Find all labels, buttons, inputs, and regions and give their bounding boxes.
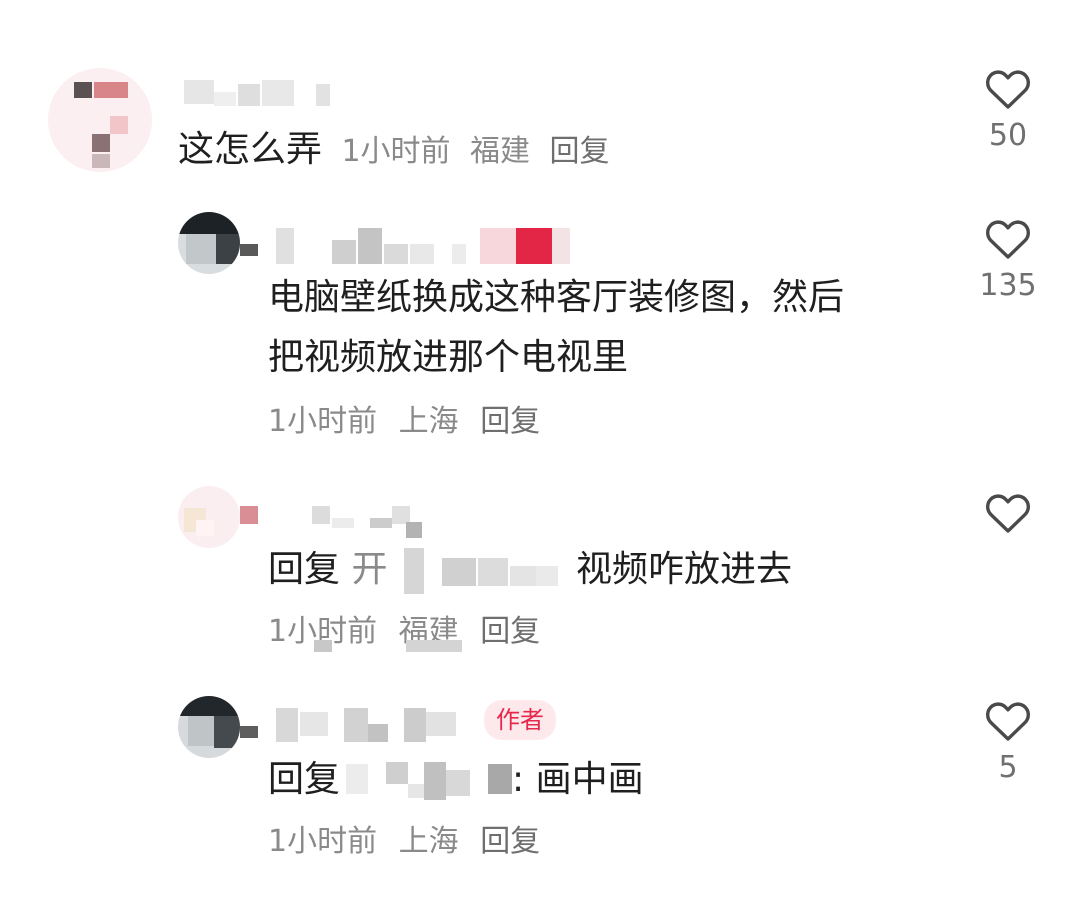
like-button[interactable]: 135 — [976, 216, 1040, 306]
comment-location: 上海 — [398, 404, 459, 439]
reply-prefix: 回复 — [268, 759, 341, 800]
comment-text: 视频咋放进去 — [576, 549, 793, 590]
comment-time: 1小时前 — [268, 404, 378, 439]
like-button[interactable] — [976, 490, 1040, 534]
comment-time: 1小时前 — [341, 134, 451, 169]
reply-button[interactable]: 回复 — [480, 824, 540, 859]
avatar[interactable] — [178, 212, 240, 274]
avatar[interactable] — [178, 696, 240, 758]
avatar[interactable] — [178, 486, 240, 548]
reply-to-username[interactable]: 开 — [351, 549, 387, 590]
avatar-badge — [240, 506, 258, 524]
comment-text-line-1: 电脑壁纸换成这种客厅装修图，然后 — [268, 277, 845, 318]
like-button[interactable]: 50 — [976, 66, 1040, 156]
like-button[interactable]: 5 — [976, 698, 1040, 788]
like-count: 135 — [979, 268, 1037, 303]
like-count: 5 — [998, 750, 1018, 785]
comment-location: 上海 — [398, 824, 459, 859]
reply-prefix: 回复 — [268, 549, 341, 590]
heart-outline-icon — [976, 698, 1040, 742]
heart-outline-icon — [976, 490, 1040, 534]
author-badge: 作者 — [484, 700, 556, 740]
like-count: 50 — [988, 118, 1028, 153]
avatar[interactable] — [48, 68, 152, 172]
comment-location: 福建 — [470, 134, 531, 169]
comment-time: 1小时前 — [268, 824, 378, 859]
heart-outline-icon — [976, 66, 1040, 110]
comment-text-line-2: 把视频放进那个电视里 — [268, 337, 629, 378]
heart-outline-icon — [976, 216, 1040, 260]
reply-button[interactable]: 回复 — [480, 614, 540, 649]
reply-button[interactable]: 回复 — [549, 134, 609, 169]
comment-text: : 画中画 — [512, 759, 644, 800]
reply-button[interactable]: 回复 — [480, 404, 540, 439]
comment-text: 这怎么弄 — [178, 129, 323, 170]
